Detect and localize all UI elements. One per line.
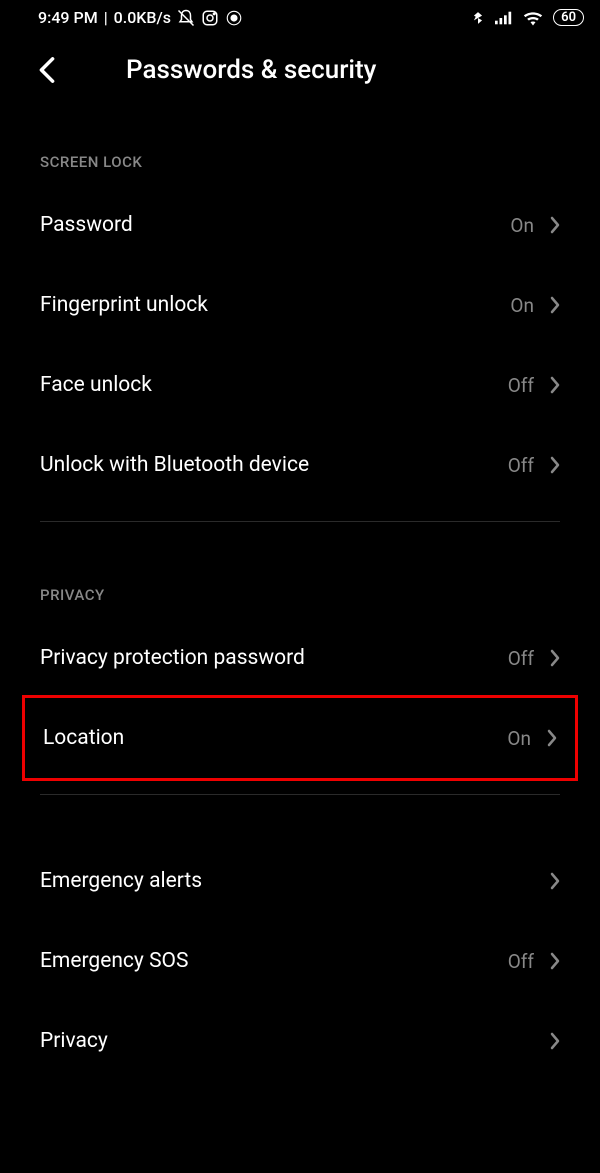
item-value: Off [508, 454, 534, 477]
item-label: Privacy protection password [40, 646, 305, 670]
section-header-screenlock: SCREEN LOCK [0, 135, 600, 185]
chevron-right-icon [550, 952, 560, 970]
chevron-right-icon [550, 649, 560, 667]
item-password[interactable]: Password On [0, 185, 600, 265]
item-label: Password [40, 213, 133, 237]
item-label: Unlock with Bluetooth device [40, 453, 309, 477]
item-value: On [510, 214, 534, 237]
back-button[interactable] [38, 56, 56, 84]
status-left: 9:49 PM | 0.0KB/s [38, 8, 243, 27]
header: Passwords & security [0, 31, 600, 105]
chevron-right-icon [550, 872, 560, 890]
status-data-rate: 0.0KB/s [114, 8, 171, 27]
instagram-icon [201, 9, 219, 27]
item-label: Emergency SOS [40, 949, 188, 973]
item-label: Privacy [40, 1029, 108, 1053]
item-location[interactable]: Location On [22, 695, 578, 781]
chevron-right-icon [547, 729, 557, 747]
item-value: On [510, 294, 534, 317]
item-label: Fingerprint unlock [40, 293, 208, 317]
item-fingerprint[interactable]: Fingerprint unlock On [0, 265, 600, 345]
section-header-privacy: PRIVACY [0, 568, 600, 618]
item-label: Emergency alerts [40, 869, 202, 893]
divider [40, 794, 560, 795]
wifi-icon [523, 10, 543, 26]
signal-icon [495, 11, 513, 25]
app-icon [225, 9, 243, 27]
item-label: Location [43, 726, 124, 750]
status-time: 9:49 PM [38, 8, 98, 27]
divider [40, 521, 560, 522]
chevron-right-icon [550, 296, 560, 314]
item-privacy[interactable]: Privacy [0, 1001, 600, 1081]
dnd-icon [177, 9, 195, 27]
status-right: 60 [471, 9, 584, 27]
item-emergency-alerts[interactable]: Emergency alerts [0, 841, 600, 921]
battery-badge: 60 [553, 9, 584, 26]
bluetooth-icon [471, 9, 485, 27]
chevron-right-icon [550, 216, 560, 234]
chevron-right-icon [550, 456, 560, 474]
chevron-right-icon [550, 376, 560, 394]
chevron-right-icon [550, 1032, 560, 1050]
item-value: Off [508, 950, 534, 973]
item-value: Off [508, 647, 534, 670]
item-emergency-sos[interactable]: Emergency SOS Off [0, 921, 600, 1001]
item-bluetooth-unlock[interactable]: Unlock with Bluetooth device Off [0, 425, 600, 505]
item-label: Face unlock [40, 373, 152, 397]
page-title: Passwords & security [126, 55, 376, 85]
item-privacy-protection[interactable]: Privacy protection password Off [0, 618, 600, 698]
status-bar: 9:49 PM | 0.0KB/s 60 [0, 0, 600, 31]
status-sep: | [104, 8, 108, 27]
item-value: Off [508, 374, 534, 397]
item-value: On [507, 727, 531, 750]
item-face-unlock[interactable]: Face unlock Off [0, 345, 600, 425]
